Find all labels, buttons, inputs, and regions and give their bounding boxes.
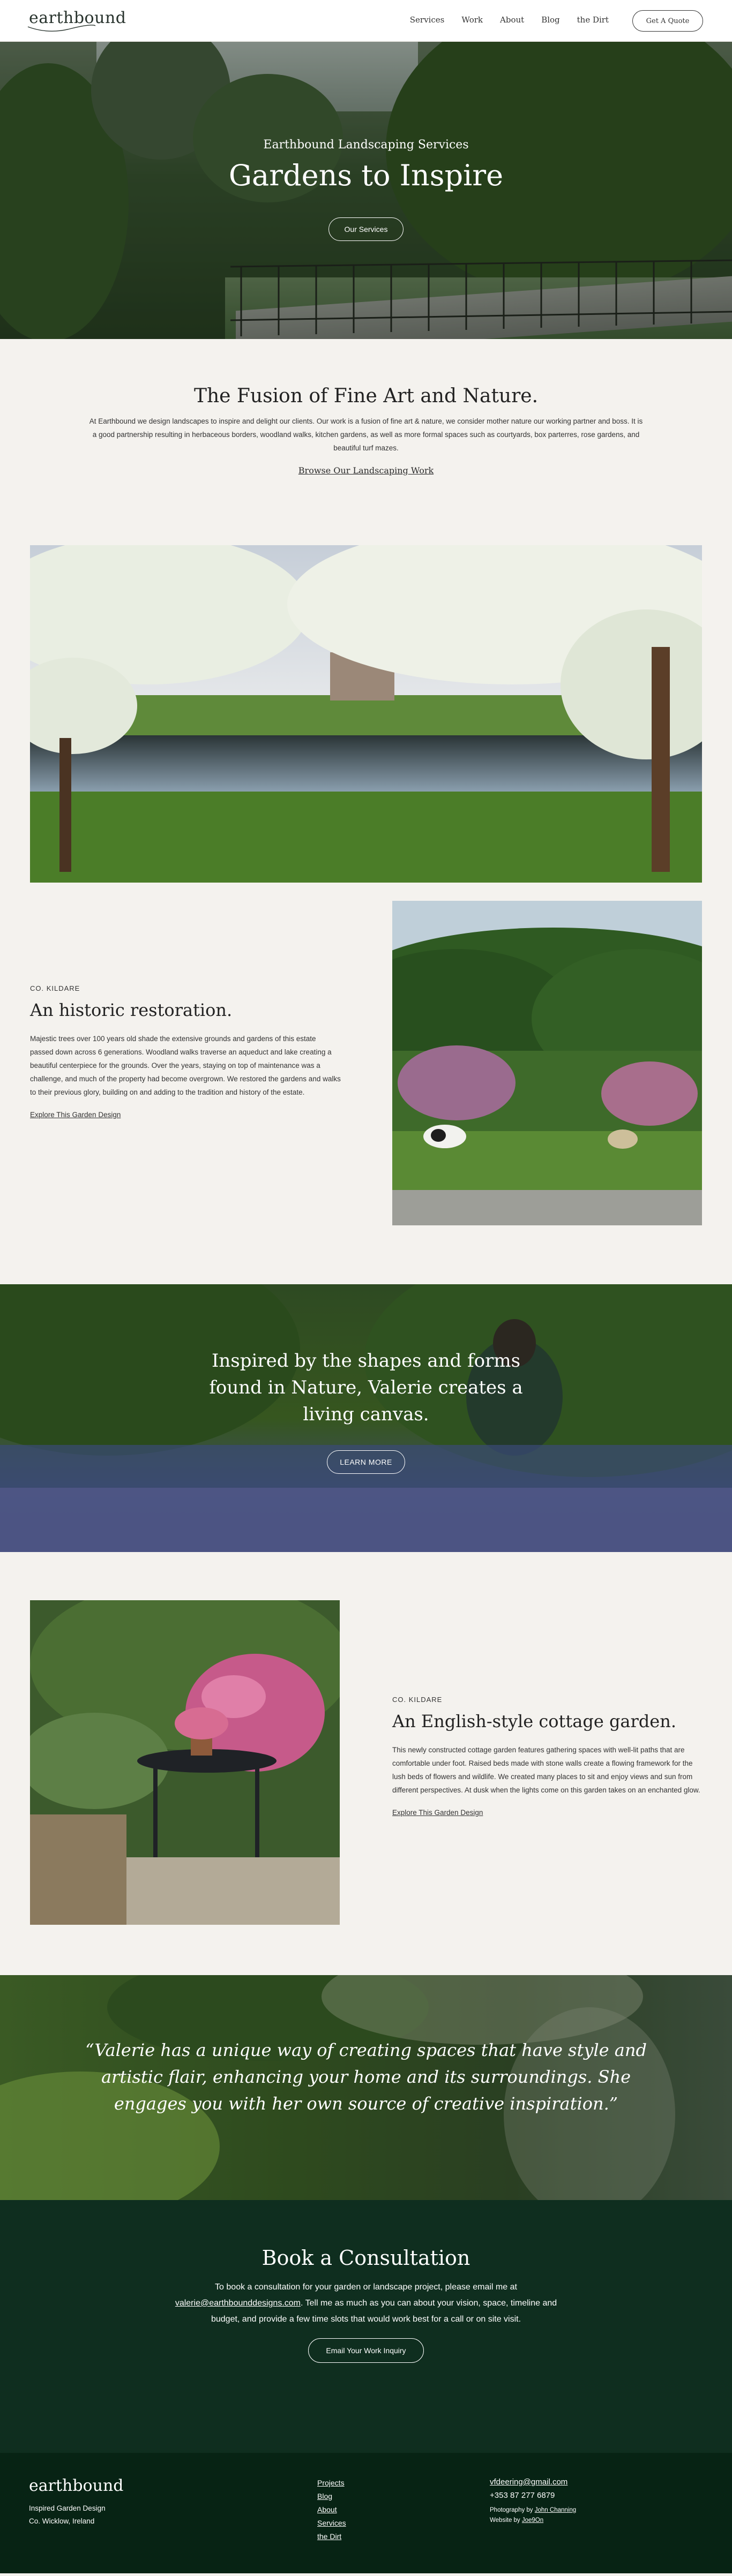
main-nav: Services Work About Blog the Dirt [410,15,609,25]
intro-title: The Fusion of Fine Art and Nature. [193,385,539,407]
photo-credit-label: Photography by [490,2507,535,2513]
hero-section: Earthbound Landscaping Services Gardens … [0,42,732,339]
browse-work-link[interactable]: Browse Our Landscaping Work [298,465,434,476]
our-services-button[interactable]: Our Services [328,217,404,241]
restoration-section: CO. KILDARE An historic restoration. Maj… [0,883,732,1284]
estate-lake-illustration [30,545,702,883]
cottage-title: An English-style cottage garden. [392,1711,676,1731]
website-credit-label: Website by [490,2517,522,2524]
footer-link-the-dirt[interactable]: the Dirt [317,2531,346,2542]
consultation-email-link[interactable]: valerie@earthbounddesigns.com [175,2299,301,2308]
estate-lake-photo [30,545,702,883]
consultation-title: Book a Consultation [262,2246,470,2270]
hero-title: Gardens to Inspire [228,159,504,192]
nav-work[interactable]: Work [461,15,483,25]
cottage-garden-illustration [30,1600,340,1925]
cottage-location: CO. KILDARE [392,1696,443,1704]
consultation-body: To book a consultation for your garden o… [168,2279,564,2328]
hero-subtitle: Earthbound Landscaping Services [263,138,469,152]
photographer-link[interactable]: John Channing [535,2507,576,2513]
logo-swirl-icon [27,25,96,32]
footer-contact: vfdeering@gmail.com +353 87 277 6879 Pho… [490,2477,576,2526]
restoration-title: An historic restoration. [30,1000,233,1020]
website-credit-link[interactable]: Joe9On [522,2517,543,2524]
footer-link-projects[interactable]: Projects [317,2477,346,2489]
site-header: earthbound Services Work About Blog the … [0,0,732,42]
testimonial-section: “Valerie has a unique way of creating sp… [0,1975,732,2200]
footer-location: Co. Wicklow, Ireland [29,2517,95,2525]
inspiration-line: living canvas. [303,1404,429,1425]
footer-tagline-text: Inspired Garden Design [29,2504,106,2512]
estate-meadow-photo [392,901,702,1225]
learn-more-button[interactable]: LEARN MORE [327,1450,405,1474]
footer-tagline: Inspired Garden Design Co. Wicklow, Irel… [29,2502,106,2528]
get-a-quote-button[interactable]: Get A Quote [632,10,703,32]
inspiration-line: Inspired by the shapes and forms [211,1350,521,1372]
cottage-body: This newly constructed cottage garden fe… [392,1746,700,1794]
restoration-text: CO. KILDARE An historic restoration. Maj… [30,984,341,1120]
restoration-location: CO. KILDARE [30,984,80,992]
cottage-section: CO. KILDARE An English-style cottage gar… [0,1552,732,1975]
footer-link-services[interactable]: Services [317,2518,346,2529]
restoration-body: Majestic trees over 100 years old shade … [30,1035,341,1096]
intro-body: At Earthbound we design landscapes to in… [89,417,643,452]
footer-email-link[interactable]: vfdeering@gmail.com [490,2477,576,2487]
restoration-explore-link[interactable]: Explore This Garden Design [30,1111,121,1119]
footer-link-about[interactable]: About [317,2504,346,2515]
footer-links: Projects Blog About Services the Dirt [317,2477,346,2542]
nav-blog[interactable]: Blog [541,15,559,25]
footer-credits: Photography by John Channing Website by … [490,2505,576,2526]
site-footer: earthbound Inspired Garden Design Co. Wi… [0,2453,732,2573]
nav-services[interactable]: Services [410,15,445,25]
cottage-text: CO. KILDARE An English-style cottage gar… [392,1696,702,1818]
cottage-garden-photo [30,1600,340,1925]
consultation-text: To book a consultation for your garden o… [215,2283,517,2292]
footer-phone: +353 87 277 6879 [490,2491,555,2500]
email-inquiry-button[interactable]: Email Your Work Inquiry [308,2338,424,2363]
cottage-explore-link[interactable]: Explore This Garden Design [392,1809,483,1817]
nav-the-dirt[interactable]: the Dirt [577,15,609,25]
estate-meadow-illustration [392,901,702,1225]
intro-section: The Fusion of Fine Art and Nature. At Ea… [0,339,732,545]
inspiration-line: found in Nature, Valerie creates a [209,1377,523,1398]
footer-logo[interactable]: earthbound [29,2476,123,2495]
footer-link-blog[interactable]: Blog [317,2491,346,2502]
inspiration-banner: Inspired by the shapes and forms found i… [0,1284,732,1552]
nav-about[interactable]: About [500,15,524,25]
consultation-section: Book a Consultation To book a consultati… [0,2200,732,2453]
inspiration-text: Inspired by the shapes and forms found i… [0,1347,732,1428]
testimonial-quote: “Valerie has a unique way of creating sp… [85,2040,647,2114]
